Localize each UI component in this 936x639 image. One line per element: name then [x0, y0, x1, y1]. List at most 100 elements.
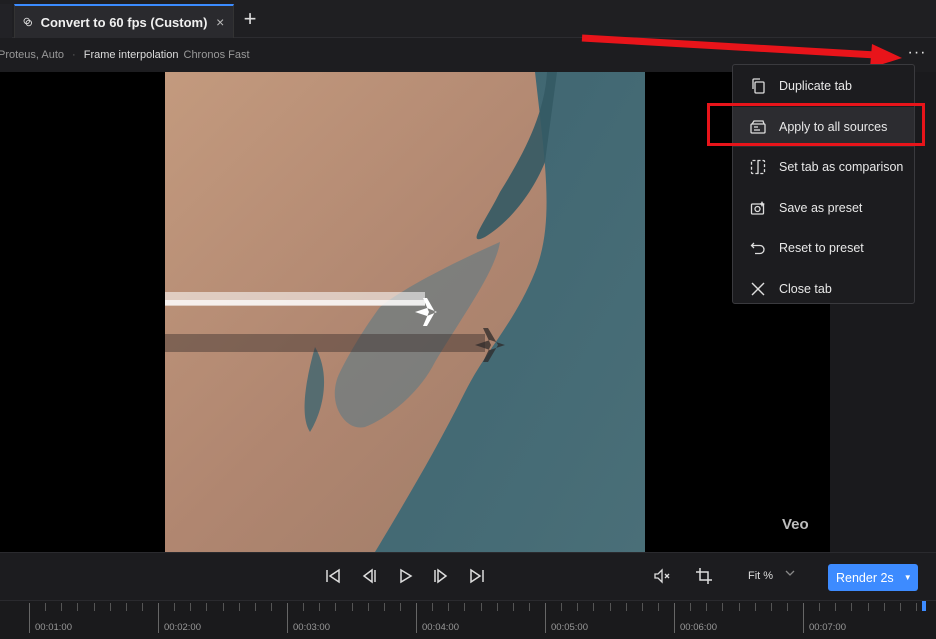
timeline-tick	[625, 603, 627, 611]
timeline-tick	[883, 603, 885, 611]
play-button[interactable]	[394, 565, 416, 587]
close-icon	[749, 280, 767, 298]
mute-button[interactable]	[651, 565, 673, 587]
timeline-tick	[77, 603, 79, 611]
menu-item-label: Duplicate tab	[779, 79, 852, 94]
speaker-muted-icon	[654, 568, 670, 584]
frame-interpolation-label[interactable]: Frame interpolation	[84, 49, 179, 61]
tab-options-menu: Duplicate tab Apply to all sources Set t…	[732, 64, 915, 304]
video-frame	[165, 72, 645, 552]
step-forward-icon	[434, 568, 448, 584]
timeline-label: 00:06:00	[680, 622, 717, 633]
timeline-label: 00:03:00	[293, 622, 330, 633]
timeline-tick	[545, 603, 546, 633]
menu-item-save-as-preset[interactable]: Save as preset	[733, 188, 914, 229]
duplicate-icon	[749, 77, 767, 95]
timeline-label: 00:04:00	[422, 622, 459, 633]
comparison-icon	[749, 158, 767, 176]
timeline-label: 00:05:00	[551, 622, 588, 633]
skip-to-end-button[interactable]	[466, 565, 488, 587]
frame-interpolation-value[interactable]: Chronos Fast	[184, 49, 250, 61]
timeline-tick	[448, 603, 450, 611]
menu-item-close-tab[interactable]: Close tab	[733, 269, 914, 310]
timeline-tick	[319, 603, 321, 611]
menu-item-reset-to-preset[interactable]: Reset to preset	[733, 228, 914, 269]
timeline-tick	[303, 603, 305, 611]
timeline-tick	[738, 603, 740, 611]
timeline-tick	[238, 603, 240, 611]
timeline-tick	[803, 603, 804, 633]
timeline-tick	[383, 603, 385, 611]
timeline-tick	[45, 603, 47, 611]
menu-item-duplicate-tab[interactable]: Duplicate tab	[733, 66, 914, 107]
timeline-tick	[754, 603, 756, 611]
timeline-tick	[254, 603, 256, 611]
timeline-tick	[29, 603, 30, 633]
timeline-tick	[367, 603, 369, 611]
timeline-tick	[512, 603, 514, 611]
timeline-tick	[222, 603, 224, 611]
render-label: Render 2s	[836, 570, 894, 585]
timeline-tick	[399, 603, 401, 611]
chevron-down-icon[interactable]	[784, 567, 796, 582]
tab-convert-60fps[interactable]: Convert to 60 fps (Custom) ×	[14, 4, 234, 38]
tab-title: Convert to 60 fps (Custom)	[40, 14, 208, 30]
new-tab-button[interactable]: +	[240, 8, 260, 30]
timeline-tick	[690, 603, 692, 611]
timeline-tick	[722, 603, 724, 611]
annotation-highlight-box	[707, 103, 925, 146]
menu-item-set-tab-as-comparison[interactable]: Set tab as comparison	[733, 147, 914, 188]
render-button[interactable]: Render 2s ▼	[828, 564, 918, 591]
next-frame-button[interactable]	[430, 565, 452, 587]
tab-overlap-icon	[23, 17, 32, 27]
timeline-tick	[674, 603, 675, 633]
menu-item-label: Set tab as comparison	[779, 160, 904, 175]
timeline-tick	[528, 603, 530, 611]
timeline-tick	[867, 603, 869, 611]
previous-frame-button[interactable]	[358, 565, 380, 587]
timeline-tick	[416, 603, 417, 633]
timeline-tick	[915, 603, 917, 611]
timeline-tick	[464, 603, 466, 611]
timeline-tick	[270, 603, 272, 611]
timeline-tick	[706, 603, 708, 611]
timeline-tick	[561, 603, 563, 611]
timeline-tick	[899, 603, 901, 611]
timeline-tick	[577, 603, 579, 611]
timeline-tick	[786, 603, 788, 611]
timeline-tick	[835, 603, 837, 611]
timeline-tick	[158, 603, 159, 633]
timeline-tick	[609, 603, 611, 611]
timeline-tick	[351, 603, 353, 611]
timeline-tick	[141, 603, 143, 611]
strip-separator: ·	[72, 49, 76, 61]
veo-watermark: Veo	[782, 516, 809, 533]
skip-to-start-button[interactable]	[322, 565, 344, 587]
menu-item-label: Close tab	[779, 281, 832, 296]
previous-tab-stub[interactable]	[0, 4, 12, 38]
timeline-tick	[190, 603, 192, 611]
timeline-tick	[287, 603, 288, 633]
timeline-tick	[819, 603, 821, 611]
timeline-tick	[432, 603, 434, 611]
timeline-label: 00:07:00	[809, 622, 846, 633]
crop-button[interactable]	[693, 565, 715, 587]
caret-down-icon[interactable]: ▼	[904, 573, 912, 582]
reset-icon	[749, 239, 767, 257]
timeline-tick	[61, 603, 63, 611]
timeline-tick	[593, 603, 595, 611]
tab-close-icon[interactable]: ×	[215, 14, 225, 30]
timeline-tick	[496, 603, 498, 611]
step-back-icon	[362, 568, 376, 584]
timeline-label: 00:01:00	[35, 622, 72, 633]
timeline-tick	[174, 603, 176, 611]
timeline-tick	[770, 603, 772, 611]
playhead[interactable]	[922, 601, 926, 611]
player-controls: Fit % Render 2s ▼	[0, 552, 936, 600]
timeline-tick	[335, 603, 337, 611]
aerial-coast-image	[165, 72, 645, 552]
enhance-value[interactable]: Proteus, Auto	[0, 49, 64, 61]
crop-icon	[696, 568, 712, 584]
timeline[interactable]: 00:01:00 00:02:00 00:03:00 00:04:00 00:0…	[0, 600, 936, 639]
zoom-fit-select[interactable]: Fit %	[748, 570, 773, 582]
